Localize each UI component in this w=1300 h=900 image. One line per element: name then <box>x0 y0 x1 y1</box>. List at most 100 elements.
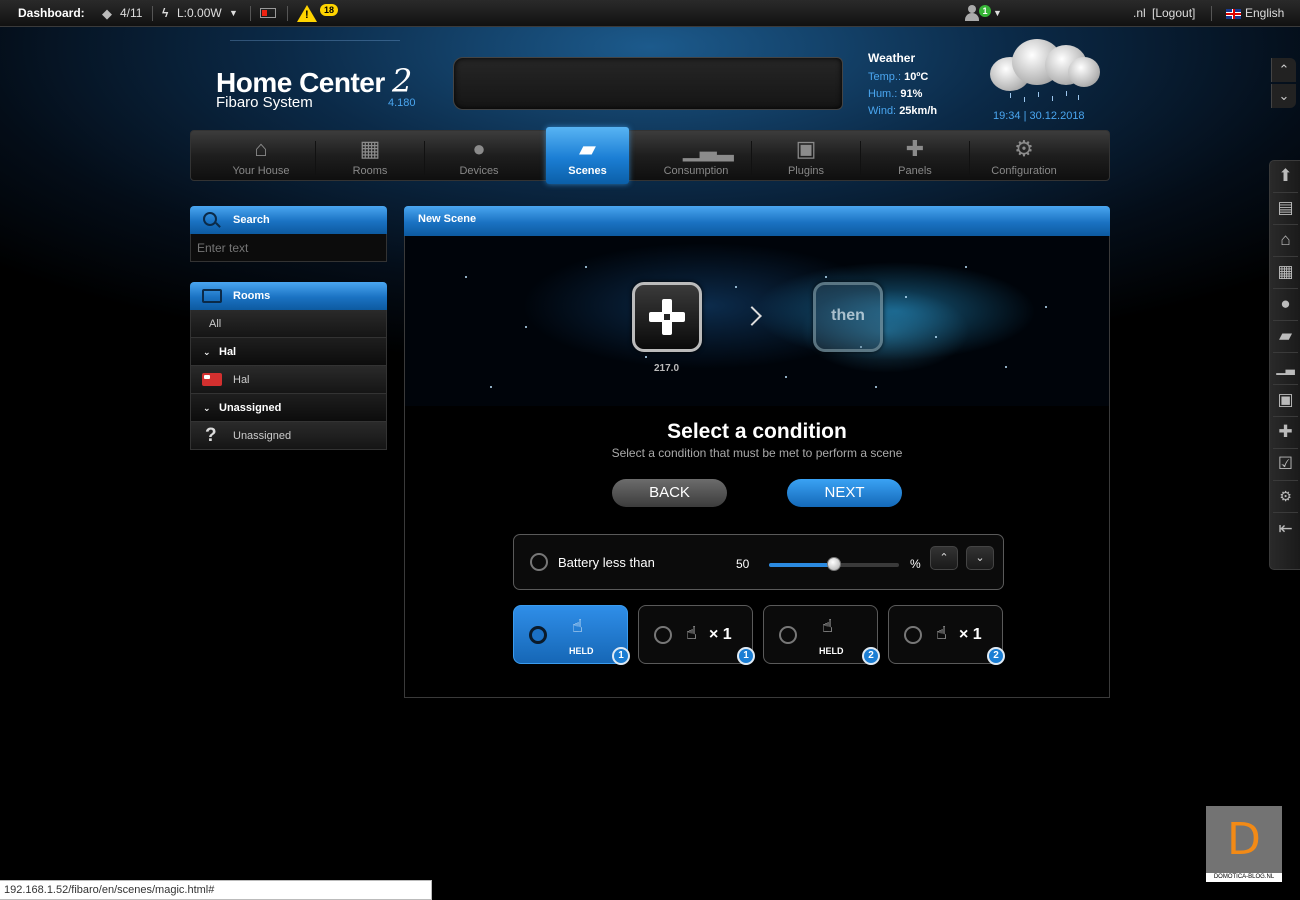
back-button[interactable]: BACK <box>612 479 727 507</box>
scene-panel-header: New Scene <box>404 206 1110 236</box>
chevron-up-icon[interactable]: ⌃ <box>1271 58 1296 82</box>
search-input[interactable] <box>190 234 387 262</box>
chevron-down-icon: ⌄ <box>203 347 211 357</box>
weather-datetime: 19:34 | 30.12.2018 <box>993 110 1085 122</box>
option-click-2[interactable]: ☝ × 1 2 <box>888 605 1005 665</box>
tab-consumption[interactable]: ▁▃▂ Consumption <box>642 131 750 182</box>
clapper-icon: ▰ <box>579 136 596 161</box>
user-icon[interactable] <box>963 4 981 22</box>
chevron-right-icon <box>742 306 762 326</box>
gear-icon: ⚙ <box>1014 136 1034 161</box>
logout-link[interactable]: [Logout] <box>1152 0 1195 27</box>
bed-icon <box>202 373 222 386</box>
rooms-icon <box>202 289 222 303</box>
tab-configuration[interactable]: ⚙ Configuration <box>970 131 1078 182</box>
slider-handle[interactable] <box>827 557 841 571</box>
message-box: ⌃ ⌄ <box>453 57 1296 110</box>
sidebar-item-hal[interactable]: Hal <box>190 366 387 394</box>
tab-scenes[interactable]: ▰ Scenes <box>546 127 629 184</box>
sidebar-group-unassigned[interactable]: ⌄ Unassigned <box>190 394 387 422</box>
chart-icon[interactable]: ▁▃ <box>1275 355 1296 381</box>
puzzle-icon[interactable]: ✚ <box>1275 419 1296 445</box>
galaxy-banner: 217.0 then <box>405 236 1109 406</box>
option-badge: 2 <box>862 647 880 665</box>
devices-icon: ◆ <box>102 6 112 21</box>
sidebar-item-unassigned[interactable]: ? Unassigned <box>190 422 387 450</box>
option-click-1[interactable]: ☝ × 1 1 <box>638 605 755 665</box>
tab-your-house[interactable]: ⌂ Your House <box>207 131 315 182</box>
search-icon <box>203 212 217 226</box>
box-icon[interactable]: ▣ <box>1275 387 1296 413</box>
rain-cloud-icon <box>990 35 1100 102</box>
battery-condition-label: Battery less than <box>558 555 655 570</box>
option-badge: 1 <box>737 647 755 665</box>
gear-icon[interactable]: ⚙ <box>1275 483 1296 509</box>
hand-pointer-icon: ☝ <box>686 623 697 643</box>
page-title: Select a condition <box>667 420 847 443</box>
uk-flag-icon <box>1226 9 1241 19</box>
top-status-bar: Dashboard: ◆ 4/11 ϟ L:0.00W ▼ ! 18 1 ▼ .… <box>0 0 1300 27</box>
bulb-icon[interactable]: ● <box>1275 291 1296 317</box>
devices-count[interactable]: 4/11 <box>120 0 142 27</box>
sidebar-group-hal[interactable]: ⌄ Hal <box>190 338 387 366</box>
question-icon: ? <box>205 425 217 446</box>
warning-count-badge: 18 <box>320 4 338 16</box>
trigger-step-label: 217.0 <box>654 363 680 374</box>
chevron-down-icon[interactable]: ▼ <box>229 0 238 27</box>
page-subtitle: Select a condition that must be met to p… <box>611 446 903 460</box>
warning-mark: ! <box>305 9 309 21</box>
language-selector[interactable]: English <box>1245 0 1284 27</box>
chevron-down-icon[interactable]: ⌄ <box>1271 84 1296 108</box>
arrow-up-icon[interactable]: ⬆ <box>1275 163 1296 189</box>
option-radio[interactable] <box>529 626 547 644</box>
logout-icon[interactable]: ⇤ <box>1275 516 1296 542</box>
right-toolbar: ⬆ ▤ ⌂ ▦ ● ▰ ▁▃ ▣ ✚ ☑ ⚙ ⇤ <box>1269 160 1300 570</box>
sidebar-item-all[interactable]: All <box>190 310 387 338</box>
option-radio[interactable] <box>654 626 672 644</box>
trigger-step[interactable] <box>632 282 702 352</box>
save-icon[interactable]: ▤ <box>1275 195 1296 221</box>
rooms-icon[interactable]: ▦ <box>1275 259 1296 285</box>
user-domain: .nl <box>1133 6 1146 20</box>
tab-panels[interactable]: ✚ Panels <box>861 131 969 182</box>
tab-devices[interactable]: ● Devices <box>425 131 533 182</box>
tab-plugins[interactable]: ▣ Plugins <box>752 131 860 182</box>
gamepad-icon <box>649 299 685 335</box>
tab-rooms[interactable]: ▦ Rooms <box>316 131 424 182</box>
then-step[interactable]: then <box>813 282 883 352</box>
house-icon[interactable]: ⌂ <box>1275 227 1296 253</box>
hand-pointer-icon: ☝ <box>822 616 833 636</box>
weather-humidity: Hum.: 91% <box>868 88 923 100</box>
hand-pointer-icon: ☝ <box>572 616 583 636</box>
clapper-icon[interactable]: ▰ <box>1275 323 1296 349</box>
power-icon: ϟ <box>162 6 169 20</box>
power-value[interactable]: L:0.00W <box>177 0 222 27</box>
weather-wind: Wind: 25km/h <box>868 105 938 117</box>
option-held-2[interactable]: ☝ HELD 2 <box>763 605 880 665</box>
app-subtitle: Fibaro System <box>216 94 313 111</box>
battery-condition-radio[interactable] <box>530 553 548 571</box>
rooms-icon: ▦ <box>359 136 381 161</box>
app-version: 4.180 <box>388 97 416 109</box>
chevron-down-icon: ⌄ <box>203 403 211 413</box>
option-radio[interactable] <box>904 626 922 644</box>
search-panel-header: Search <box>190 206 387 234</box>
user-chevron-down-icon[interactable]: ▼ <box>993 0 1002 27</box>
next-button[interactable]: NEXT <box>787 479 902 507</box>
chart-icon: ▁▃▂ <box>683 136 734 161</box>
option-radio[interactable] <box>779 626 797 644</box>
option-badge: 1 <box>612 647 630 665</box>
decrease-button[interactable]: ⌄ <box>966 546 994 570</box>
puzzle-icon: ✚ <box>905 136 925 161</box>
box-icon: ▣ <box>795 136 817 161</box>
dashboard-label: Dashboard: <box>18 6 85 20</box>
battery-condition-value: 50 <box>736 557 750 571</box>
calendar-check-icon[interactable]: ☑ <box>1275 451 1296 477</box>
main-nav: ⌂ Your House ▦ Rooms ● Devices ▰ Scenes … <box>190 127 1110 184</box>
status-url: 192.168.1.52/fibaro/en/scenes/magic.html… <box>0 880 432 900</box>
increase-button[interactable]: ⌃ <box>930 546 958 570</box>
hand-pointer-icon: ☝ <box>936 623 947 643</box>
option-held-1[interactable]: ☝ HELD 1 <box>513 605 630 665</box>
battery-icon[interactable] <box>260 8 276 18</box>
scene-panel: 217.0 then Select a condition Select a c… <box>404 236 1110 698</box>
